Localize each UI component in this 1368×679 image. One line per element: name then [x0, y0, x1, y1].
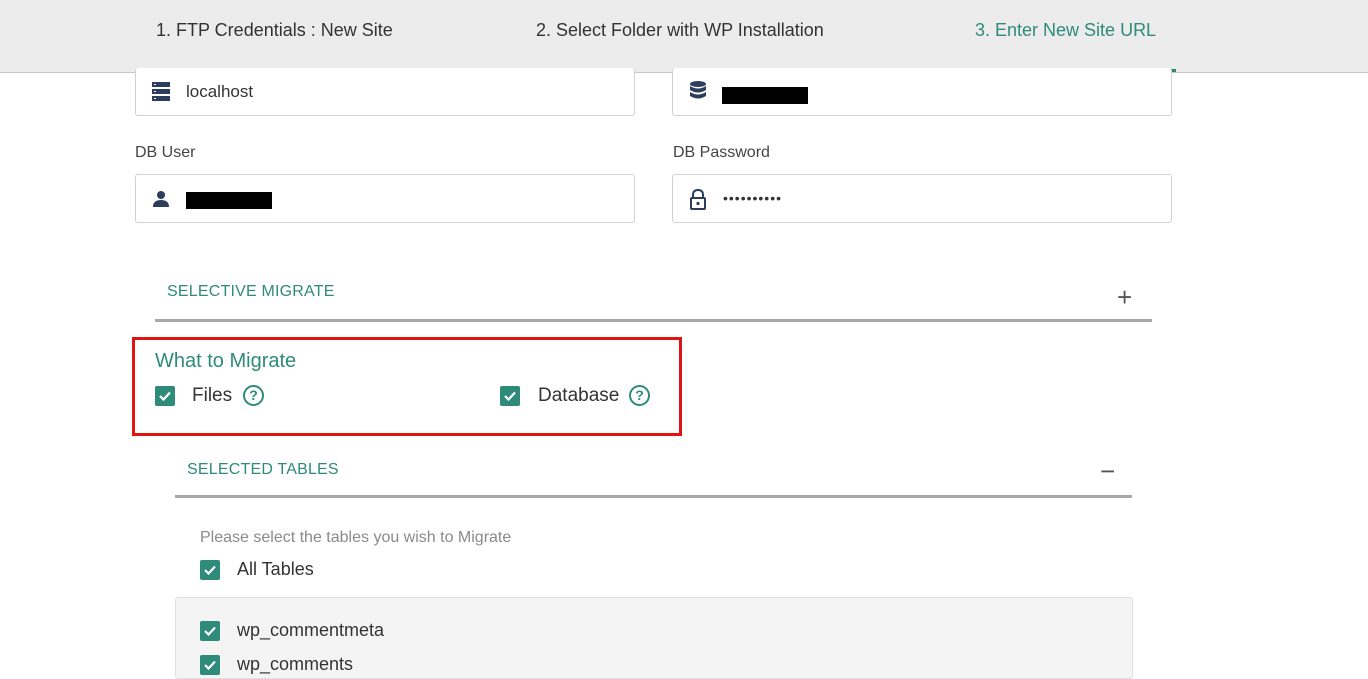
collapse-icon[interactable]: −	[1100, 458, 1115, 484]
all-tables-checkbox[interactable]	[200, 560, 220, 580]
db-name-field[interactable]	[672, 68, 1172, 116]
tables-hint: Please select the tables you wish to Mig…	[200, 529, 512, 546]
database-checkbox[interactable]	[500, 386, 520, 406]
checkmark-icon	[204, 565, 216, 576]
database-help-icon[interactable]: ?	[629, 385, 650, 406]
files-checkbox[interactable]	[155, 386, 175, 406]
files-help-icon[interactable]: ?	[243, 385, 264, 406]
db-password-label: DB Password	[673, 144, 770, 161]
db-password-field[interactable]: ••••••••••	[672, 174, 1172, 223]
all-tables-label: All Tables	[237, 559, 314, 579]
table-item-label: wp_comments	[237, 654, 354, 674]
database-label: Database	[538, 385, 620, 406]
tab-ftp-credentials[interactable]: 1. FTP Credentials : New Site	[156, 0, 393, 60]
checkmark-icon	[504, 391, 516, 402]
selected-tables-header[interactable]: SELECTED TABLES −	[175, 440, 1132, 498]
selective-migrate-header[interactable]: SELECTIVE MIGRATE +	[155, 255, 1152, 322]
table-item-label: wp_commentmeta	[237, 620, 385, 640]
table-checkbox[interactable]	[200, 655, 220, 675]
expand-icon[interactable]: +	[1117, 284, 1132, 310]
db-user-field[interactable]	[135, 174, 635, 223]
database-icon	[687, 80, 709, 102]
checkmark-icon	[204, 660, 216, 671]
checkmark-icon	[204, 626, 216, 637]
redacted-db-name	[722, 87, 808, 104]
selected-tables-title: SELECTED TABLES	[187, 461, 339, 478]
server-icon	[150, 80, 172, 102]
files-label: Files	[192, 385, 233, 406]
tab-select-folder[interactable]: 2. Select Folder with WP Installation	[536, 0, 824, 60]
tab-enter-site-url[interactable]: 3. Enter New Site URL	[975, 0, 1156, 60]
redacted-db-user	[186, 192, 272, 209]
db-host-value: localhost	[186, 82, 254, 101]
wizard-tab-bar: 1. FTP Credentials : New Site 2. Select …	[0, 0, 1368, 73]
table-checkbox[interactable]	[200, 621, 220, 641]
db-host-field[interactable]: localhost	[135, 68, 635, 116]
lock-icon	[687, 188, 709, 210]
what-to-migrate-title: What to Migrate	[155, 350, 297, 372]
db-password-value: ••••••••••	[723, 190, 783, 206]
checkmark-icon	[159, 391, 171, 402]
selective-migrate-title: SELECTIVE MIGRATE	[167, 283, 335, 300]
user-icon	[150, 188, 172, 210]
db-user-label: DB User	[135, 144, 196, 161]
